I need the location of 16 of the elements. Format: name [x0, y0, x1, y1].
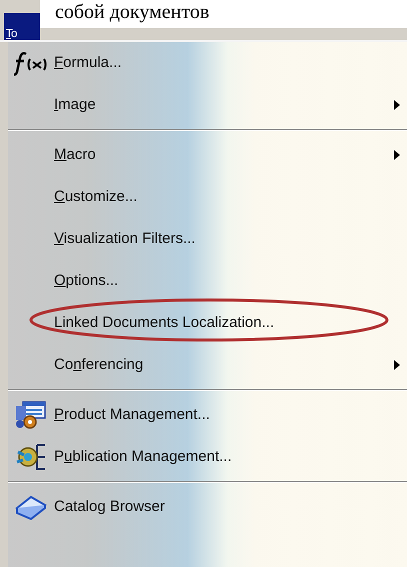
menu-item[interactable]: Visualization Filters...: [54, 228, 196, 250]
menu-item[interactable]: Customize...: [54, 186, 138, 208]
menu-item[interactable]: Publication Management...: [54, 446, 232, 468]
menu-item[interactable]: Catalog Browser: [54, 496, 165, 518]
menu-item[interactable]: Image: [54, 94, 96, 116]
menu-item[interactable]: Options...: [54, 270, 118, 292]
menu-item[interactable]: Conferencing: [54, 354, 144, 376]
gear-network-icon: [15, 442, 47, 472]
menu-item[interactable]: Product Management...: [54, 404, 210, 426]
book-icon: [15, 494, 47, 520]
menu-title[interactable]: To: [4, 13, 40, 40]
windows-gear-icon: [15, 400, 47, 430]
formula-icon: [14, 50, 48, 76]
menu-item[interactable]: Macro: [54, 144, 96, 166]
menu-item[interactable]: Formula...: [54, 52, 122, 74]
caption: собой документов: [40, 0, 407, 28]
